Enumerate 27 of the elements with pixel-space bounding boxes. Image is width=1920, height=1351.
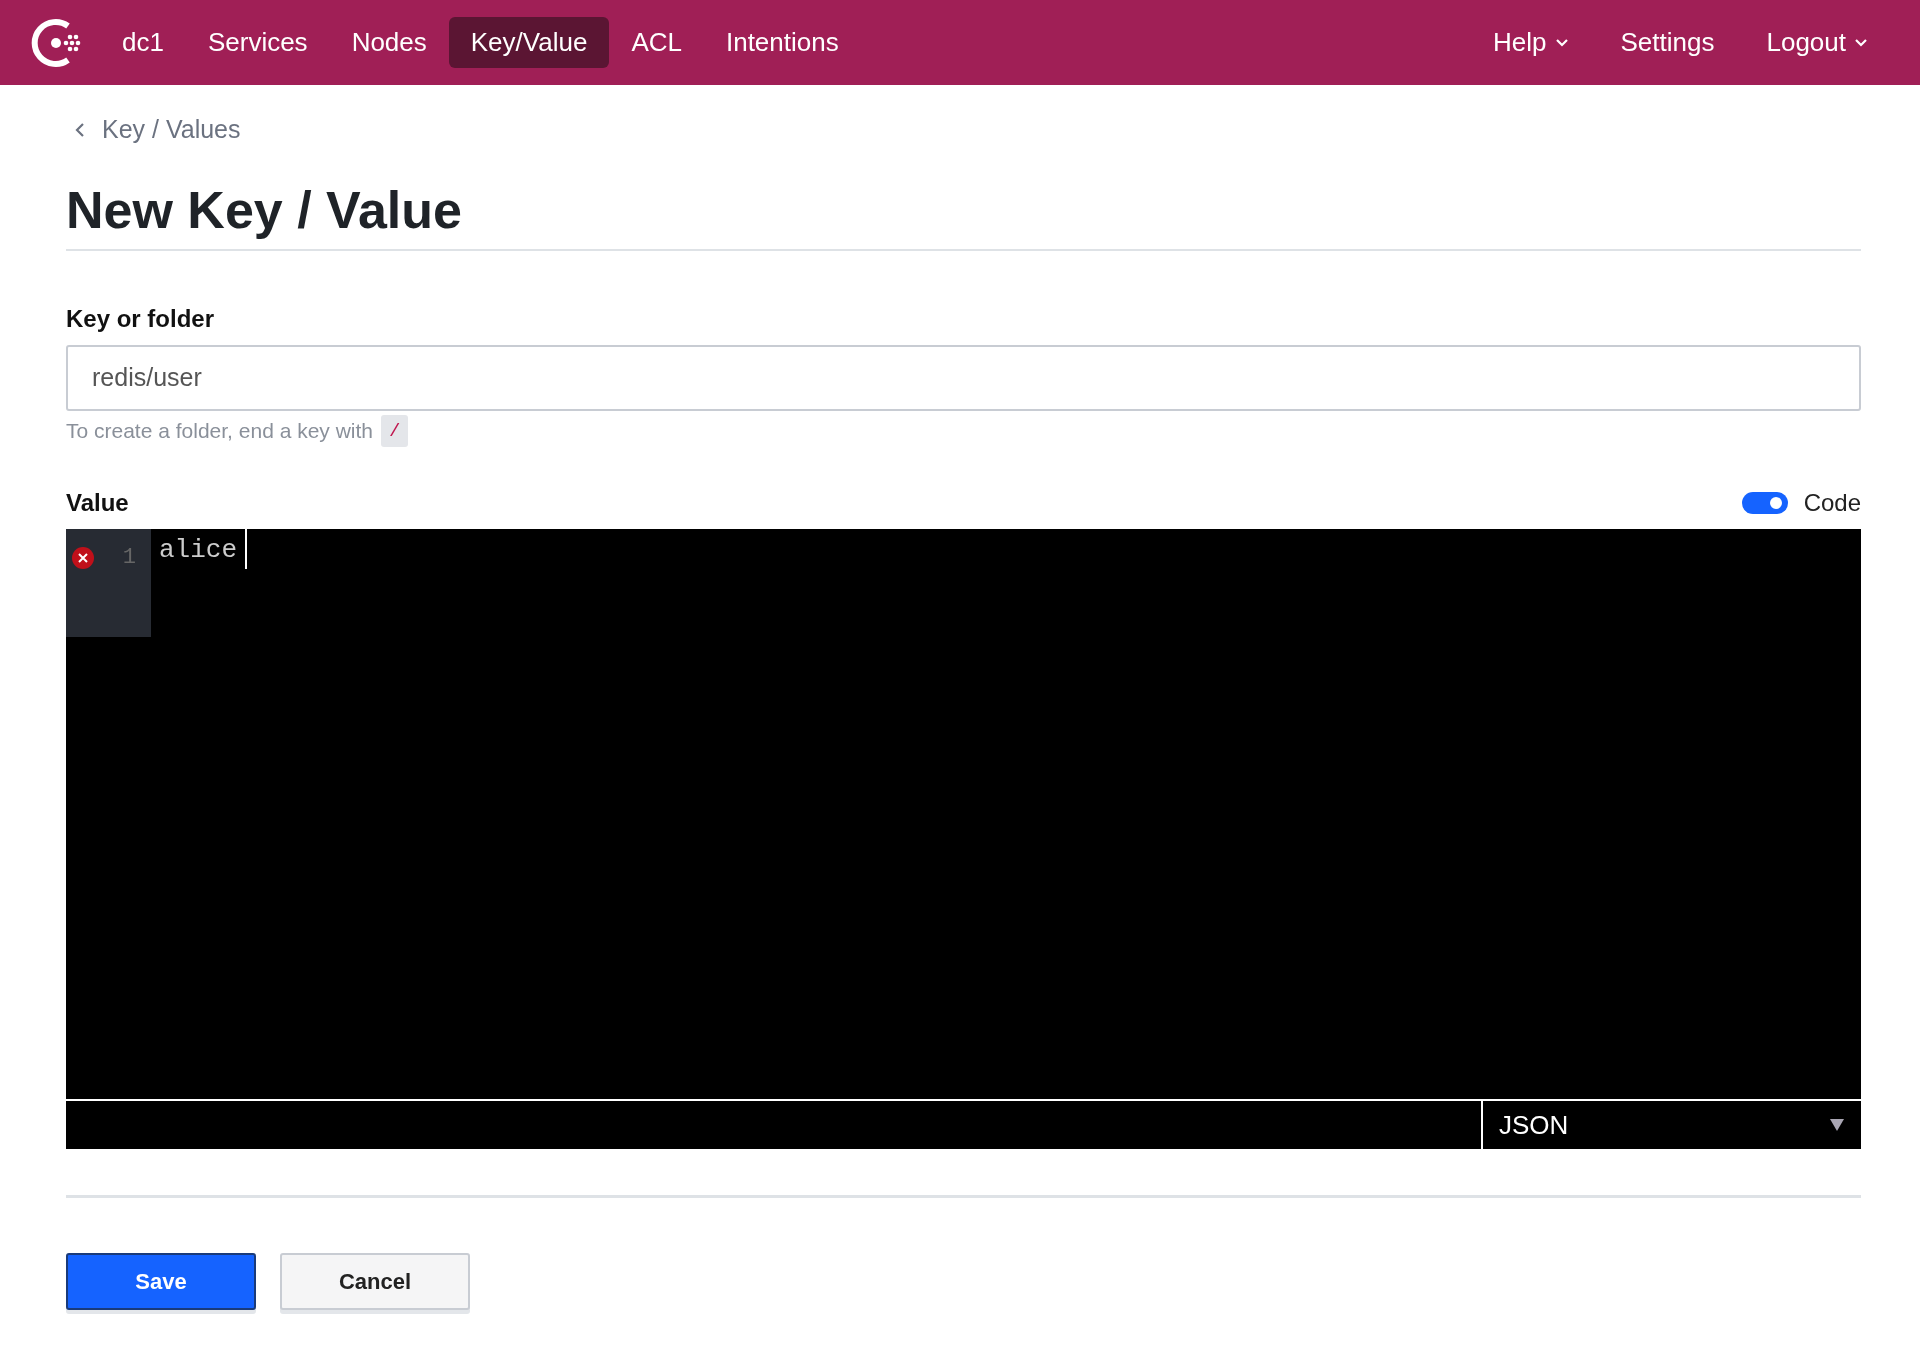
toggle-label: Code <box>1803 488 1861 519</box>
code-toggle-switch[interactable] <box>1741 492 1788 515</box>
cancel-button[interactable]: Cancel <box>280 1253 470 1311</box>
nav-link[interactable]: Intentions <box>703 17 861 68</box>
field-label: Key or folder <box>66 303 215 334</box>
breadcrumb-link[interactable]: Key / Values <box>102 111 241 149</box>
help-text: To create a folder, end a key with <box>66 418 373 445</box>
save-button[interactable]: Save <box>66 1253 256 1311</box>
dropdown-triangle-icon <box>1829 1118 1845 1133</box>
nav-link[interactable]: Settings <box>1598 17 1737 68</box>
nav-link[interactable]: dc1 <box>100 17 186 68</box>
chevron-left-icon <box>74 120 86 139</box>
nav-link[interactable]: ACL <box>609 17 704 68</box>
field-label: Value <box>66 488 129 519</box>
line-number: 1 <box>121 544 136 573</box>
code-line: alice <box>151 529 247 570</box>
code-editor[interactable]: 1 alice JSON <box>66 529 1861 1150</box>
nav-link[interactable]: Key/Value <box>448 17 610 68</box>
chevron-down-icon <box>1554 38 1569 47</box>
nav-dropdown[interactable]: Logout <box>1744 17 1890 68</box>
nav-link[interactable]: Services <box>185 17 330 68</box>
page-title: New Key / Value <box>66 178 1861 251</box>
nav-link[interactable]: Nodes <box>329 17 449 68</box>
chevron-down-icon <box>1854 38 1868 47</box>
code-snippet: / <box>381 414 409 448</box>
nav-dropdown[interactable]: Help <box>1471 17 1591 68</box>
key-input-field[interactable]: redis/user <box>66 344 1861 411</box>
